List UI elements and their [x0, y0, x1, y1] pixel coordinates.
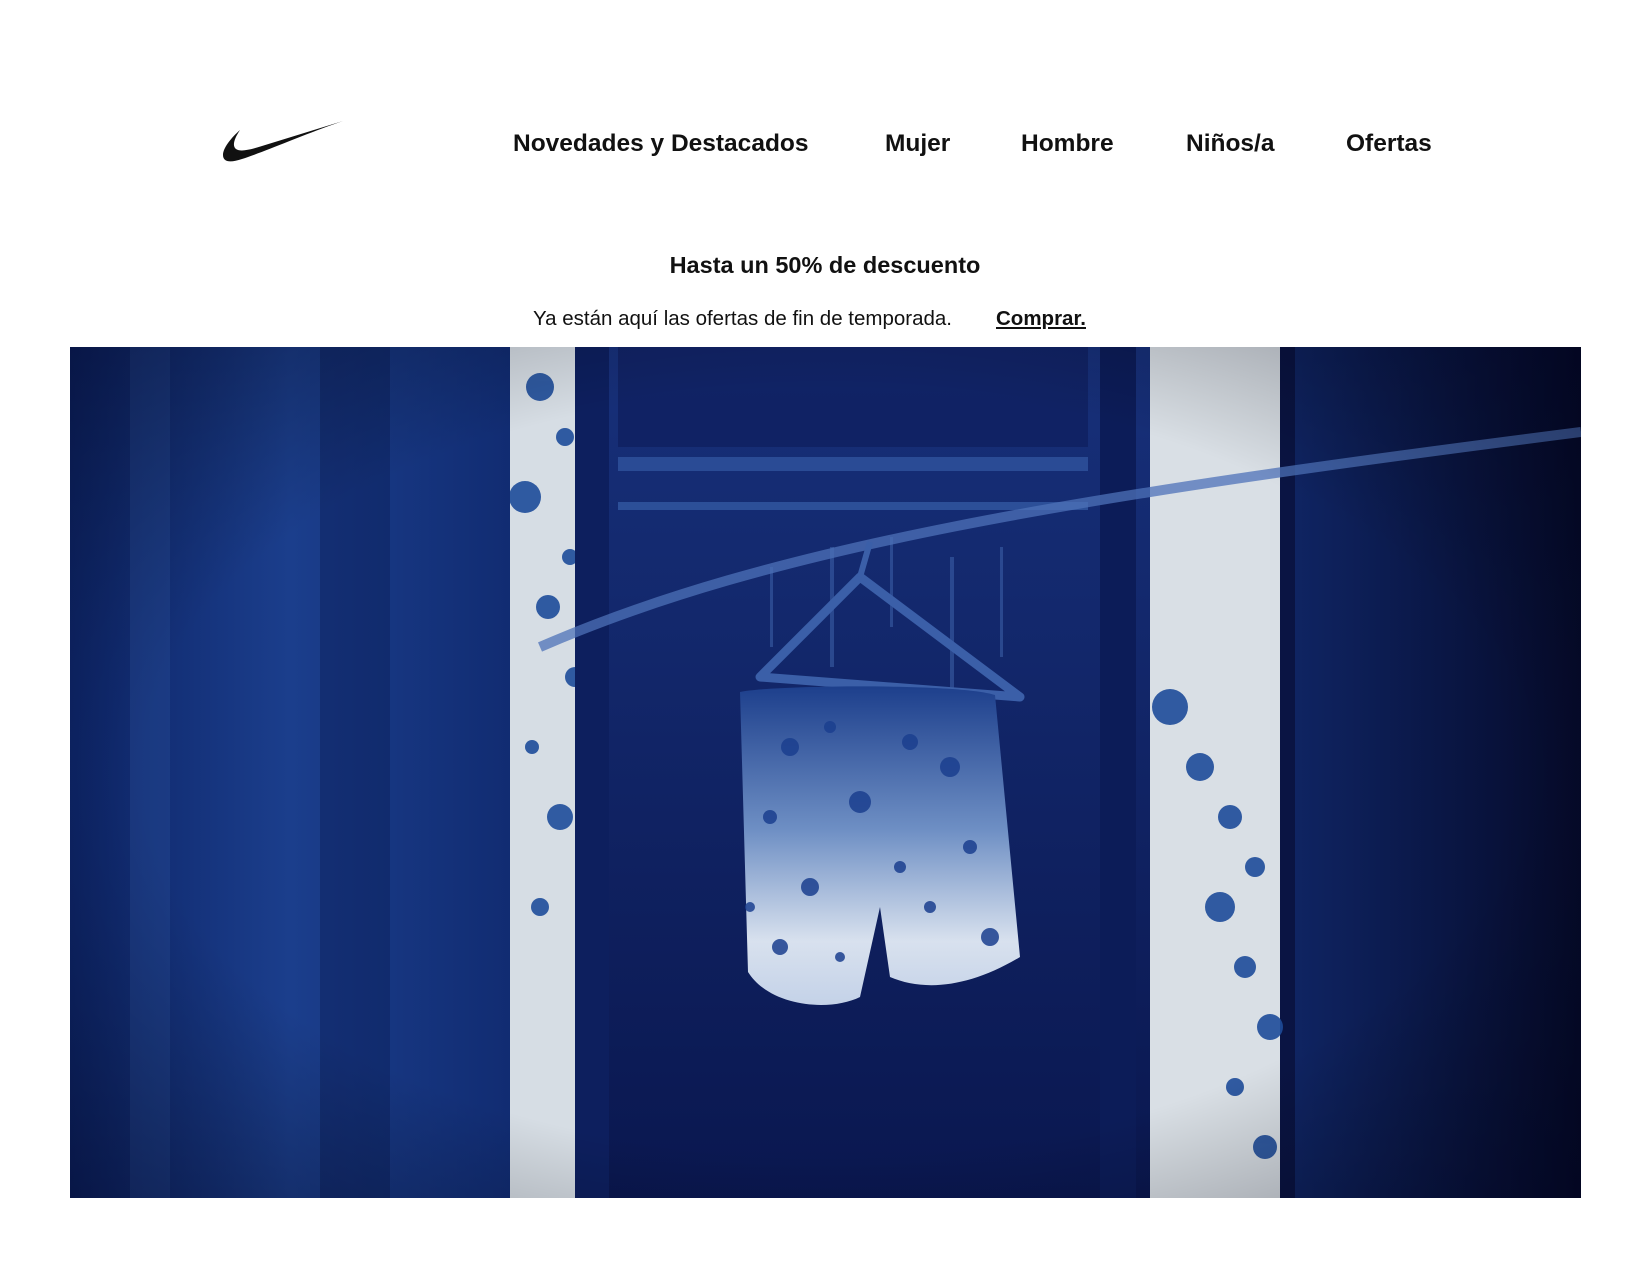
nav-item-mujer[interactable]: Mujer [885, 124, 950, 164]
nav-item-ofertas[interactable]: Ofertas [1346, 124, 1432, 164]
main-nav: Novedades y Destacados Mujer Hombre Niño… [0, 124, 1650, 164]
promo-title: Hasta un 50% de descuento [669, 252, 981, 278]
nav-item-ninos[interactable]: Niños/a [1186, 124, 1275, 164]
site-header: Novedades y Destacados Mujer Hombre Niño… [0, 0, 1650, 210]
hero-image[interactable] [70, 347, 1581, 1198]
nav-item-hombre[interactable]: Hombre [1021, 124, 1114, 164]
shop-link[interactable]: Comprar. [996, 302, 1086, 336]
nav-item-novedades[interactable]: Novedades y Destacados [513, 124, 809, 164]
promo-text: Ya están aquí las ofertas de fin de temp… [533, 307, 952, 330]
promo-banner: Ya están aquí las ofertas de fin de temp… [0, 302, 1650, 336]
